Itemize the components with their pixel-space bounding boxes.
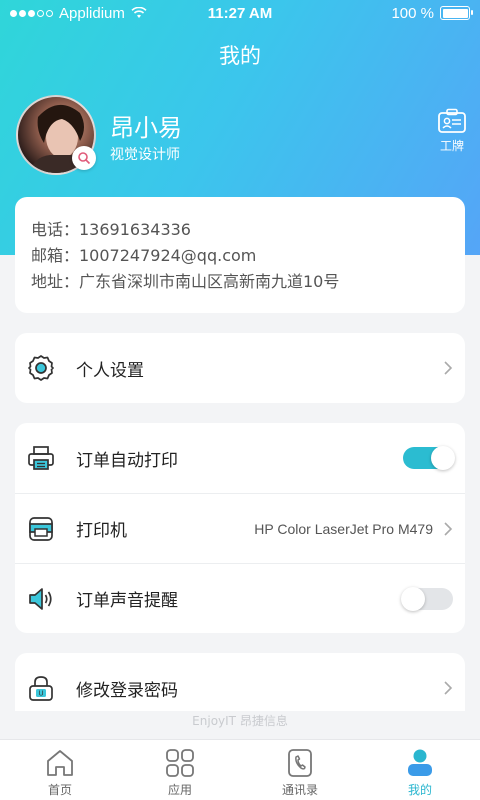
sound-alert-label: 订单声音提醒: [76, 591, 178, 611]
sound-alert-toggle[interactable]: [401, 586, 453, 611]
tab-apps-label: 应用: [167, 783, 192, 797]
footer-brand: EnjoyIT 昂捷信息: [0, 711, 480, 739]
status-time: 11:27 AM: [207, 4, 273, 22]
chevron-right-icon: [444, 361, 453, 375]
printer-label: 打印机: [76, 521, 127, 541]
badge-label: 工牌: [439, 139, 464, 153]
wifi-icon: [131, 7, 147, 18]
printing-settings-card: 订单自动打印 打印机 HP Color LaserJet Pro M479 订单…: [15, 423, 465, 633]
svg-text:U: U: [38, 690, 43, 698]
address-text: 地址：广东省深圳市南山区高新南九道10号: [31, 272, 340, 291]
avatar-edit-button[interactable]: [72, 146, 96, 170]
employee-badge-button[interactable]: 工牌: [432, 108, 472, 154]
printer-device-icon: [27, 515, 55, 543]
contact-card: 电话：13691634336 邮箱：1007247924@qq.com 地址：广…: [15, 197, 465, 313]
contacts-icon: [288, 749, 312, 777]
change-password-label: 修改登录密码: [76, 680, 178, 701]
printer-icon: [27, 444, 55, 472]
personal-settings-label: 个人设置: [76, 360, 144, 381]
status-bar: Applidium 11:27 AM 100 %: [0, 0, 480, 26]
battery-icon: [440, 6, 473, 20]
search-user-icon: [78, 152, 91, 165]
tab-profile[interactable]: 我的: [360, 740, 480, 800]
battery-percent: 100 %: [391, 4, 434, 22]
printer-value: HP Color LaserJet Pro M479: [254, 520, 433, 537]
tab-apps[interactable]: 应用: [120, 740, 240, 800]
phone-text: 电话：13691634336: [31, 220, 191, 239]
gear-icon: [27, 354, 55, 382]
apps-icon: [166, 749, 194, 777]
badge-icon: [438, 108, 466, 133]
tab-home-label: 首页: [47, 783, 72, 797]
signal-icon: [10, 9, 53, 17]
tab-bar: 首页 应用 通讯录 我的: [0, 739, 480, 800]
auto-print-label: 订单自动打印: [76, 450, 178, 471]
profile-icon: [408, 749, 432, 776]
user-role: 视觉设计师: [110, 147, 180, 163]
change-password-row[interactable]: U 修改登录密码: [15, 653, 465, 711]
chevron-right-icon: [444, 521, 453, 536]
page-title: 我的: [219, 44, 261, 68]
home-icon: [47, 750, 73, 776]
lock-icon: U: [27, 674, 55, 702]
email-text: 邮箱：1007247924@qq.com: [31, 246, 257, 265]
tab-contacts-label: 通讯录: [281, 783, 318, 797]
personal-settings-card: 个人设置: [15, 333, 465, 403]
carrier-name: Applidium: [59, 4, 125, 22]
chevron-right-icon: [444, 681, 453, 695]
tab-home[interactable]: 首页: [0, 740, 120, 800]
auto-print-toggle[interactable]: [403, 446, 455, 470]
auto-print-row: 订单自动打印: [15, 423, 465, 493]
tab-profile-label: 我的: [407, 783, 432, 797]
security-card: U 修改登录密码: [15, 653, 465, 711]
user-name: 昂小易: [110, 114, 182, 142]
personal-settings-row[interactable]: 个人设置: [15, 333, 465, 403]
tab-contacts[interactable]: 通讯录: [240, 740, 360, 800]
speaker-icon: [27, 585, 55, 613]
printer-row[interactable]: 打印机 HP Color LaserJet Pro M479: [15, 493, 465, 563]
sound-alert-row: 订单声音提醒: [15, 563, 465, 633]
